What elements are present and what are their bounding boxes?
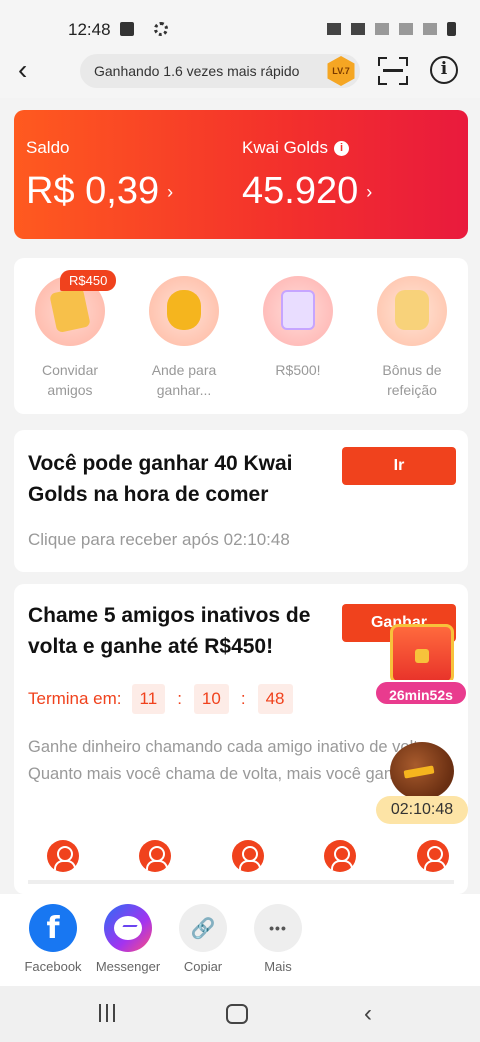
alarm-icon [327, 23, 341, 35]
shortcut-walk-to-earn[interactable]: Ande para ganhar... [134, 276, 234, 400]
countdown-separator: : [240, 689, 246, 708]
shortcuts-card: R$450 Convidar amigos Ande para ganhar..… [14, 258, 468, 414]
top-header: ‹ Ganhando 1.6 vezes mais rápido LV.7 i [0, 46, 480, 98]
speed-boost-text: Ganhando 1.6 vezes mais rápido [94, 63, 300, 79]
kwai-golds-label-row: Kwai Golds i [242, 138, 349, 158]
recent-apps-icon[interactable] [92, 1004, 122, 1026]
friend-slot-avatar-icon[interactable] [139, 840, 171, 872]
share-label: Messenger [95, 959, 161, 974]
treasure-chest-icon [390, 624, 454, 684]
gallery-notification-icon [120, 22, 134, 36]
countdown-hours: 11 [131, 684, 166, 714]
wifi-icon [375, 23, 389, 35]
kwai-golds-label: Kwai Golds [242, 138, 328, 157]
friends-card-title: Chame 5 amigos inativos de volta e ganhe… [28, 604, 311, 658]
shortcut-label: R$500! [275, 362, 321, 378]
saldo-value-link[interactable]: R$ 0,39 › [26, 170, 173, 213]
signal-icon [399, 23, 413, 35]
meal-timer: 02:10:48 [376, 796, 468, 824]
friend-slot-avatar-icon[interactable] [47, 840, 79, 872]
countdown-seconds: 48 [257, 684, 293, 714]
share-label: Copiar [183, 959, 223, 974]
friend-slots [14, 840, 468, 884]
balance-banner: Saldo R$ 0,39 › Kwai Golds i 45.920 › [14, 110, 468, 239]
system-nav-bar: ‹ [0, 986, 480, 1042]
friend-slot-avatar-icon[interactable] [324, 840, 356, 872]
shortcut-invite-friends[interactable]: R$450 Convidar amigos [20, 270, 120, 400]
golds-value-link[interactable]: 45.920 › [242, 170, 372, 213]
food-bowl-icon [390, 742, 454, 800]
mute-icon [351, 23, 365, 35]
meal-bonus-icon [377, 276, 447, 346]
more-dots-icon: ••• [254, 904, 302, 952]
system-back-icon[interactable]: ‹ [364, 1002, 394, 1026]
shortcut-label: Bônus de refeição [382, 362, 442, 398]
treasure-chest-widget[interactable]: 26min52s [374, 620, 468, 708]
friend-slot-avatar-icon[interactable] [417, 840, 449, 872]
go-button[interactable]: Ir [342, 447, 456, 485]
saldo-value: R$ 0,39 [26, 170, 160, 212]
shortcut-r500[interactable]: R$500! [248, 276, 348, 380]
messenger-icon [104, 904, 152, 952]
back-arrow-icon[interactable]: ‹ [18, 56, 48, 86]
level-badge: LV.7 [327, 56, 355, 86]
golds-value: 45.920 [242, 170, 359, 212]
chevron-right-icon: › [366, 182, 373, 203]
chest-timer: 26min52s [374, 680, 468, 706]
home-icon[interactable] [226, 1004, 248, 1024]
shortcut-label: Convidar amigos [41, 362, 99, 398]
reward-badge: R$450 [60, 270, 117, 291]
clock-time: 12:48 [68, 20, 111, 39]
speed-boost-pill[interactable]: Ganhando 1.6 vezes mais rápido LV.7 [80, 54, 360, 88]
signal-2-icon [423, 23, 437, 35]
meal-card-title: Você pode ganhar 40 Kwai Golds na hora d… [28, 452, 293, 506]
golds-info-icon[interactable]: i [333, 141, 349, 157]
share-messenger[interactable]: Messenger [88, 904, 168, 974]
countdown: Termina em: 11 : 10 : 48 [28, 684, 293, 714]
status-bar: 12:48 [0, 0, 480, 46]
scan-icon[interactable] [378, 57, 408, 85]
facebook-icon: f [29, 904, 77, 952]
battery-icon [447, 22, 456, 36]
friend-slot-avatar-icon[interactable] [232, 840, 264, 872]
shortcut-label: Ande para ganhar... [151, 362, 217, 398]
info-icon[interactable]: i [430, 56, 458, 84]
meal-card-subtitle: Clique para receber após 02:10:48 [28, 530, 290, 549]
share-label: Facebook [24, 959, 82, 974]
meal-timer-widget[interactable]: 02:10:48 [374, 738, 470, 828]
share-copy[interactable]: 🔗 Copiar [163, 904, 243, 974]
countdown-minutes: 10 [193, 684, 229, 714]
status-left-icons [120, 22, 168, 36]
saldo-label: Saldo [26, 138, 70, 157]
walking-man-icon [149, 276, 219, 346]
share-label: Mais [264, 959, 292, 974]
coin-checklist-icon [263, 276, 333, 346]
countdown-separator: : [177, 689, 182, 708]
meal-golds-card: Você pode ganhar 40 Kwai Golds na hora d… [14, 430, 468, 572]
countdown-label: Termina em: [28, 689, 122, 708]
shortcut-meal-bonus[interactable]: Bônus de refeição [362, 276, 462, 400]
status-right-icons [327, 22, 456, 36]
progress-track [28, 880, 454, 884]
settings-notification-icon [154, 22, 168, 36]
share-more[interactable]: ••• Mais [238, 904, 318, 974]
share-bar: f Facebook Messenger 🔗 Copiar ••• Mais [0, 894, 480, 986]
chevron-right-icon: › [167, 182, 174, 203]
share-facebook[interactable]: f Facebook [13, 904, 93, 974]
link-icon: 🔗 [179, 904, 227, 952]
